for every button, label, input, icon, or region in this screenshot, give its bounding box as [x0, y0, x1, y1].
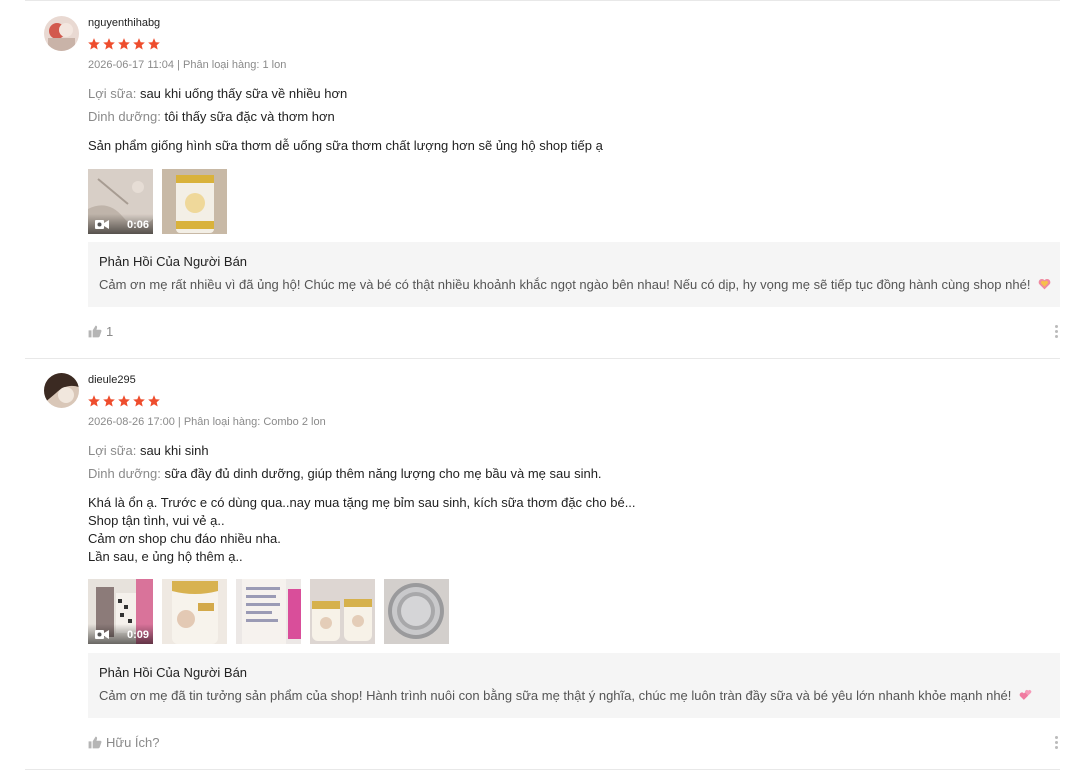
review-meta: 2026-06-17 11:04 | Phân loại hàng: 1 lon [88, 59, 287, 71]
username: nguyenthihabg [88, 17, 161, 29]
review-item: nguyenthihabg 2026-06-17 11:04 | Phân lo… [25, 0, 1060, 359]
star-icon [133, 38, 145, 50]
star-icon [148, 395, 160, 407]
attribute-label: Lợi sữa: [88, 86, 137, 101]
review-text-line: Shop tận tình, vui vẻ ạ.. [88, 513, 225, 528]
media-gallery: 0:09 [88, 579, 449, 644]
attribute-row: Dinh dưỡng: sữa đầy đủ dinh dưỡng, giúp … [88, 466, 602, 481]
video-thumbnail[interactable]: 0:06 [88, 169, 153, 234]
attribute-value: sau khi uống thấy sữa về nhiều hơn [139, 86, 348, 101]
star-icon [118, 38, 130, 50]
video-duration: 0:09 [126, 629, 149, 641]
avatar[interactable] [44, 373, 79, 408]
seller-reply-text: Cảm ơn mẹ rất nhiều vì đã ủng hộ! Chúc m… [99, 277, 1051, 292]
star-icon [103, 38, 115, 50]
helpful-label: Hữu Ích? [106, 735, 160, 750]
review-content: Khá là ổn ạ. Trước e có dùng qua..nay mu… [88, 494, 636, 566]
star-icon [88, 38, 100, 50]
thumbs-up-icon [88, 736, 102, 749]
star-icon [148, 38, 160, 50]
like-count: 1 [106, 324, 114, 339]
attribute-label: Dinh dưỡng: [88, 466, 161, 481]
review-text-line: Cảm ơn shop chu đáo nhiều nha. [88, 531, 281, 546]
star-icon [103, 395, 115, 407]
image-thumbnail[interactable] [384, 579, 449, 644]
media-gallery: 0:06 [88, 169, 227, 234]
review-text-line: Lần sau, e ủng hộ thêm ạ.. [88, 549, 243, 564]
seller-reply-text: Cảm ơn mẹ đã tin tưởng sản phẩm của shop… [99, 688, 1032, 703]
helpful-button[interactable]: Hữu Ích? [88, 735, 160, 750]
thumbs-up-icon [88, 325, 102, 338]
attribute-label: Lợi sữa: [88, 443, 137, 458]
attribute-row: Dinh dưỡng: tôi thấy sữa đặc và thơm hơn [88, 109, 335, 124]
attribute-value: sữa đầy đủ dinh dưỡng, giúp thêm năng lư… [164, 466, 602, 481]
image-thumbnail[interactable] [236, 579, 301, 644]
review-text-line: Khá là ổn ạ. Trước e có dùng qua..nay mu… [88, 495, 636, 510]
seller-reply: Phản Hồi Của Người Bán Cảm ơn mẹ đã tin … [88, 653, 1060, 718]
image-thumbnail[interactable] [310, 579, 375, 644]
attribute-row: Lợi sữa: sau khi uống thấy sữa về nhiều … [88, 86, 347, 101]
review-item: dieule295 2026-08-26 17:00 | Phân loại h… [25, 359, 1060, 770]
more-options-icon[interactable] [1055, 325, 1059, 338]
username: dieule295 [88, 374, 136, 386]
seller-reply-title: Phản Hồi Của Người Bán [99, 254, 248, 269]
video-thumbnail[interactable]: 0:09 [88, 579, 153, 644]
image-thumbnail[interactable] [162, 169, 227, 234]
rating-stars [87, 37, 161, 51]
seller-reply: Phản Hồi Của Người Bán Cảm ơn mẹ rất nhi… [88, 242, 1060, 307]
attribute-label: Dinh dưỡng: [88, 109, 161, 124]
video-camera-icon [95, 630, 109, 639]
rating-stars [87, 394, 161, 408]
attribute-row: Lợi sữa: sau khi sinh [88, 443, 209, 458]
more-options-icon[interactable] [1055, 736, 1059, 749]
seller-reply-body: Cảm ơn mẹ rất nhiều vì đã ủng hộ! Chúc m… [99, 277, 1031, 292]
image-thumbnail[interactable] [162, 579, 227, 644]
heart-emoji-icon [1038, 278, 1051, 290]
review-meta: 2026-08-26 17:00 | Phân loại hàng: Combo… [88, 416, 326, 428]
seller-reply-body: Cảm ơn mẹ đã tin tưởng sản phẩm của shop… [99, 688, 1012, 703]
avatar[interactable] [44, 16, 79, 51]
like-button[interactable]: 1 [88, 324, 113, 339]
attribute-value: tôi thấy sữa đặc và thơm hơn [164, 109, 335, 124]
attribute-value: sau khi sinh [139, 443, 209, 458]
seller-reply-title: Phản Hồi Của Người Bán [99, 665, 248, 680]
video-duration: 0:06 [126, 219, 149, 231]
star-icon [88, 395, 100, 407]
two-hearts-emoji-icon [1019, 690, 1032, 700]
video-camera-icon [95, 220, 109, 229]
review-text-line: Sản phẩm giống hình sữa thơm dễ uống sữa… [88, 138, 603, 153]
review-content: Sản phẩm giống hình sữa thơm dễ uống sữa… [88, 137, 603, 155]
star-icon [118, 395, 130, 407]
star-icon [133, 395, 145, 407]
